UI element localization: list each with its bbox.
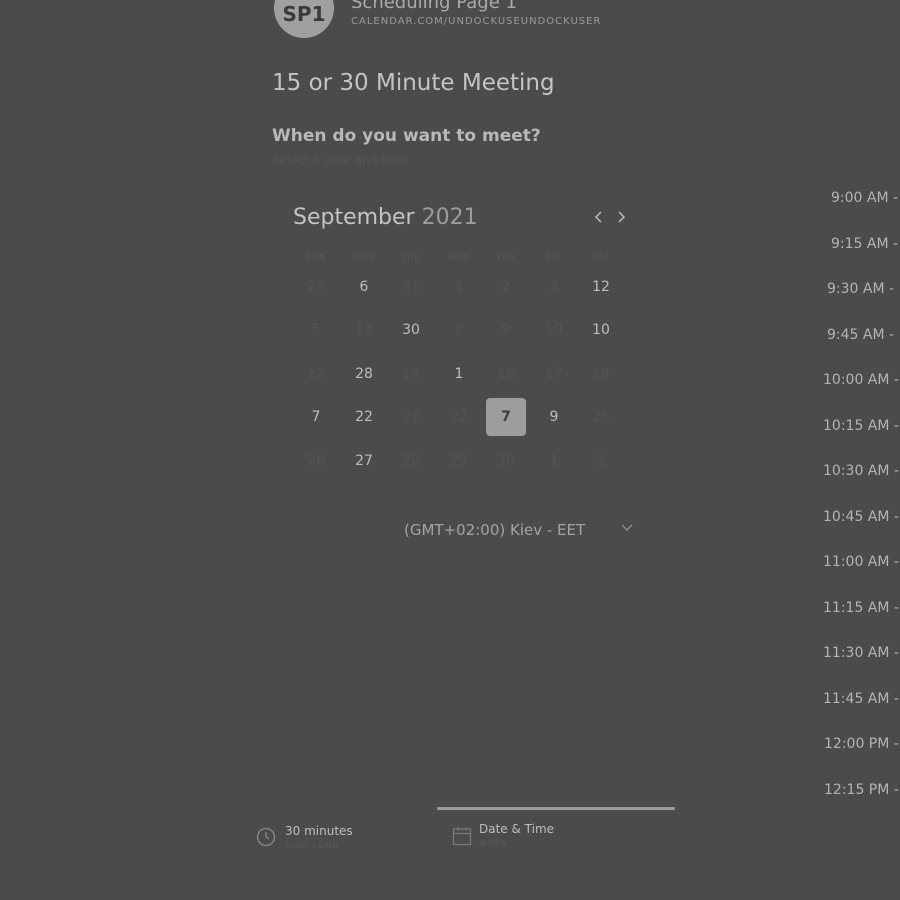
calendar-day: 10 xyxy=(545,322,563,338)
calendar-icon xyxy=(452,826,472,850)
time-slot-button[interactable]: 9:45 AM - 1 xyxy=(827,327,900,343)
calendar-day[interactable]: 6 xyxy=(344,268,384,306)
calendar-day[interactable]: 1 xyxy=(439,355,479,393)
timezone-dropdown-button[interactable] xyxy=(620,521,634,536)
meeting-title: 15 or 30 Minute Meeting xyxy=(272,70,555,96)
calendar-day[interactable]: 10 xyxy=(581,311,621,349)
calendar-day: 2 xyxy=(501,279,511,295)
calendar-day: 29 xyxy=(450,453,468,469)
calendar-day[interactable]: 28 xyxy=(344,355,384,393)
calendar-day[interactable]: 7 xyxy=(296,398,336,436)
time-slot-button[interactable]: 9:30 AM - 1 xyxy=(827,281,900,297)
weekday-label: FRI xyxy=(546,253,562,262)
time-slot-button[interactable]: 10:30 AM - 1 xyxy=(823,463,900,479)
time-slot-button[interactable]: 10:15 AM - 1 xyxy=(823,418,900,434)
weekday-label: THU xyxy=(496,253,516,262)
calendar-day-selected[interactable]: 7 xyxy=(486,398,526,436)
time-slot-button[interactable]: 12:15 PM - 1 xyxy=(824,782,900,798)
calendar-day: 31 xyxy=(402,279,420,295)
calendar-day: 21 xyxy=(402,409,420,425)
calendar-day: 13 xyxy=(355,322,373,338)
calendar-year: 2021 xyxy=(421,205,478,230)
calendar-day[interactable]: 27 xyxy=(344,442,384,480)
time-slot-button[interactable]: 10:45 AM - 1 xyxy=(823,509,900,525)
previous-month-button[interactable] xyxy=(590,208,608,230)
chevron-left-icon xyxy=(594,211,602,223)
weekday-label: SAT xyxy=(592,253,610,262)
calendar-day: 9 xyxy=(501,322,511,338)
weekday-label: SUN xyxy=(306,253,326,262)
time-slot-button[interactable]: 11:30 AM - 1 xyxy=(823,645,900,661)
question-subheading: Select a date and time xyxy=(272,153,409,167)
time-slot-button[interactable]: 12:00 PM - 1 xyxy=(824,736,900,752)
calendar-day: 25 xyxy=(592,409,610,425)
avatar: SP1 xyxy=(274,0,334,38)
weekday-label: MON xyxy=(352,253,376,262)
time-slot-button[interactable]: 11:45 AM - 1 xyxy=(823,691,900,707)
calendar-day: 16 xyxy=(497,366,515,382)
calendar-day: 18 xyxy=(592,366,610,382)
calendar-day: 17 xyxy=(545,366,563,382)
calendar-day: 28 xyxy=(402,453,420,469)
step-duration-label[interactable]: 30 minutes xyxy=(285,824,353,838)
calendar-day: 29 xyxy=(307,279,325,295)
scheduling-page: SP1 Scheduling Page 1 CALENDAR.COM/UNDOC… xyxy=(0,0,900,900)
avatar-initials: SP1 xyxy=(282,2,326,26)
scheduling-page-title: Scheduling Page 1 xyxy=(351,0,517,13)
chevron-right-icon xyxy=(618,211,626,223)
calendar-day: 8 xyxy=(454,322,464,338)
calendar-day: 26 xyxy=(307,453,325,469)
time-slot-button[interactable]: 11:00 AM - 1 xyxy=(823,554,900,570)
calendar-day: 5 xyxy=(311,322,321,338)
calendar-day: 12 xyxy=(307,366,325,382)
time-slot-button[interactable]: 11:15 AM - 1 xyxy=(823,600,900,616)
calendar-day[interactable]: 9 xyxy=(534,398,574,436)
calendar-month: September xyxy=(293,205,415,230)
calendar-day[interactable]: 12 xyxy=(581,268,621,306)
step-datetime-label[interactable]: Date & Time xyxy=(479,822,554,836)
calendar-day[interactable]: 22 xyxy=(344,398,384,436)
calendar-day: 14 xyxy=(402,366,420,382)
calendar-day: 22 xyxy=(450,409,468,425)
calendar-month-title: September 2021 xyxy=(293,205,478,230)
chevron-down-icon xyxy=(621,524,633,531)
question-heading: When do you want to meet? xyxy=(272,126,541,146)
step-duration-sublabel: HOW LONG xyxy=(286,841,340,850)
next-month-button[interactable] xyxy=(612,208,630,230)
calendar-day[interactable]: 30 xyxy=(391,311,431,349)
calendar-day: 1 xyxy=(549,453,559,469)
timezone-select[interactable]: (GMT+02:00) Kiev - EET xyxy=(404,521,585,539)
weekday-label: TUE xyxy=(401,253,421,262)
step-progress-indicator xyxy=(437,807,675,810)
time-slot-button[interactable]: 10:00 AM - 1 xyxy=(823,372,900,388)
step-datetime-sublabel: WHEN xyxy=(479,839,508,848)
scheduling-page-url[interactable]: CALENDAR.COM/UNDOCKUSEUNDOCKUSER xyxy=(351,16,601,27)
time-slot-button[interactable]: 9:15 AM - 9 xyxy=(831,236,900,252)
clock-icon xyxy=(256,827,276,851)
calendar-day: 2 xyxy=(596,453,606,469)
calendar-day: 30 xyxy=(497,453,515,469)
time-slot-button[interactable]: 9:00 AM - 9 xyxy=(831,190,900,206)
calendar-day: 1 xyxy=(454,279,464,295)
weekday-label: WED xyxy=(447,253,471,262)
calendar-day: 3 xyxy=(549,279,559,295)
